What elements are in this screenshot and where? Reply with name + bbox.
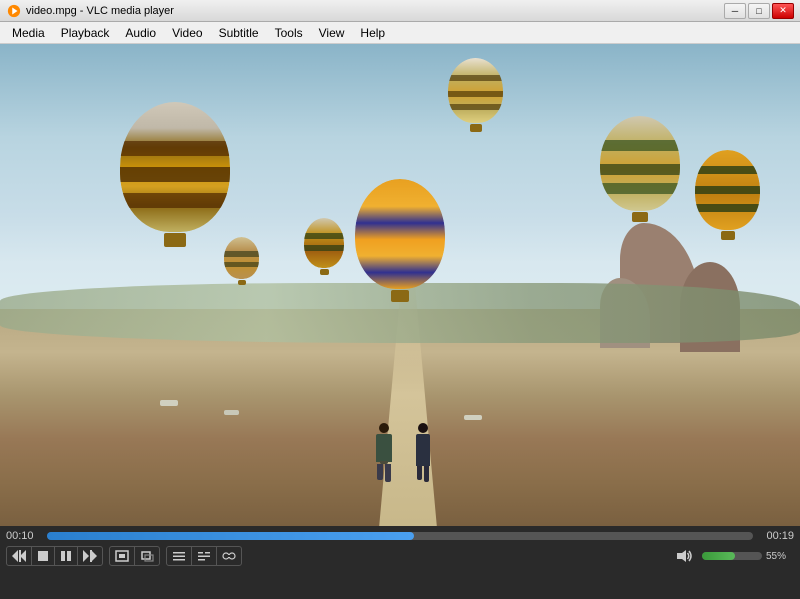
prev-button[interactable] xyxy=(7,547,32,565)
progress-fill xyxy=(47,532,414,540)
menu-audio[interactable]: Audio xyxy=(117,24,164,42)
extra-controls xyxy=(166,546,242,566)
balloon-6 xyxy=(304,218,344,275)
playlist-button[interactable] xyxy=(167,547,192,565)
volume-label: 55% xyxy=(766,551,794,562)
vehicle-1 xyxy=(160,400,178,406)
balloon-2-basket xyxy=(391,290,409,302)
transport-controls xyxy=(6,546,103,566)
extended-button[interactable] xyxy=(192,547,217,565)
balloon-6-basket xyxy=(320,269,329,275)
effects-button[interactable] xyxy=(217,547,241,565)
volume-fill xyxy=(702,552,735,560)
balloon-7 xyxy=(224,237,259,285)
window-title: video.mpg - VLC media player xyxy=(26,5,724,17)
menu-video[interactable]: Video xyxy=(164,24,210,42)
person-2 xyxy=(416,423,430,483)
balloon-3-basket xyxy=(470,124,482,132)
volume-area: 55% xyxy=(672,547,794,565)
balloon-2 xyxy=(355,179,445,302)
time-elapsed: 00:10 xyxy=(6,530,41,542)
menu-tools[interactable]: Tools xyxy=(267,24,311,42)
window-controls: ─ □ ✕ xyxy=(724,3,794,19)
balloon-5 xyxy=(695,150,760,240)
app-icon xyxy=(6,3,22,19)
windowed-button[interactable] xyxy=(135,547,159,565)
menu-view[interactable]: View xyxy=(311,24,353,42)
person-1 xyxy=(376,423,400,483)
menu-media[interactable]: Media xyxy=(4,24,53,42)
video-canvas xyxy=(0,44,800,526)
balloon-5-basket xyxy=(721,231,735,240)
balloon-3 xyxy=(448,58,503,132)
menu-playback[interactable]: Playback xyxy=(53,24,118,42)
next-button[interactable] xyxy=(78,547,102,565)
volume-bar[interactable] xyxy=(702,552,762,560)
minimize-button[interactable]: ─ xyxy=(724,3,746,19)
buttons-row: 55% xyxy=(6,546,794,566)
titlebar: video.mpg - VLC media player ─ □ ✕ xyxy=(0,0,800,22)
maximize-button[interactable]: □ xyxy=(748,3,770,19)
control-bar: 00:10 00:19 xyxy=(0,526,800,599)
video-display[interactable] xyxy=(0,44,800,526)
close-button[interactable]: ✕ xyxy=(772,3,794,19)
menu-help[interactable]: Help xyxy=(352,24,393,42)
progress-area: 00:10 00:19 xyxy=(6,530,794,542)
menu-subtitle[interactable]: Subtitle xyxy=(211,24,267,42)
volume-button[interactable] xyxy=(672,547,698,565)
balloon-1-basket xyxy=(164,233,186,247)
fullscreen-button[interactable] xyxy=(110,547,135,565)
stop-button[interactable] xyxy=(32,547,55,565)
balloon-7-basket xyxy=(238,280,246,285)
view-controls xyxy=(109,546,160,566)
time-total: 00:19 xyxy=(759,530,794,542)
vehicle-3 xyxy=(464,415,482,420)
balloon-1 xyxy=(120,102,230,247)
vehicle-2 xyxy=(224,410,239,415)
balloon-4-basket xyxy=(632,212,648,222)
menubar: Media Playback Audio Video Subtitle Tool… xyxy=(0,22,800,44)
balloon-4 xyxy=(600,116,680,222)
progress-bar[interactable] xyxy=(47,532,753,540)
play-pause-button[interactable] xyxy=(55,547,78,565)
